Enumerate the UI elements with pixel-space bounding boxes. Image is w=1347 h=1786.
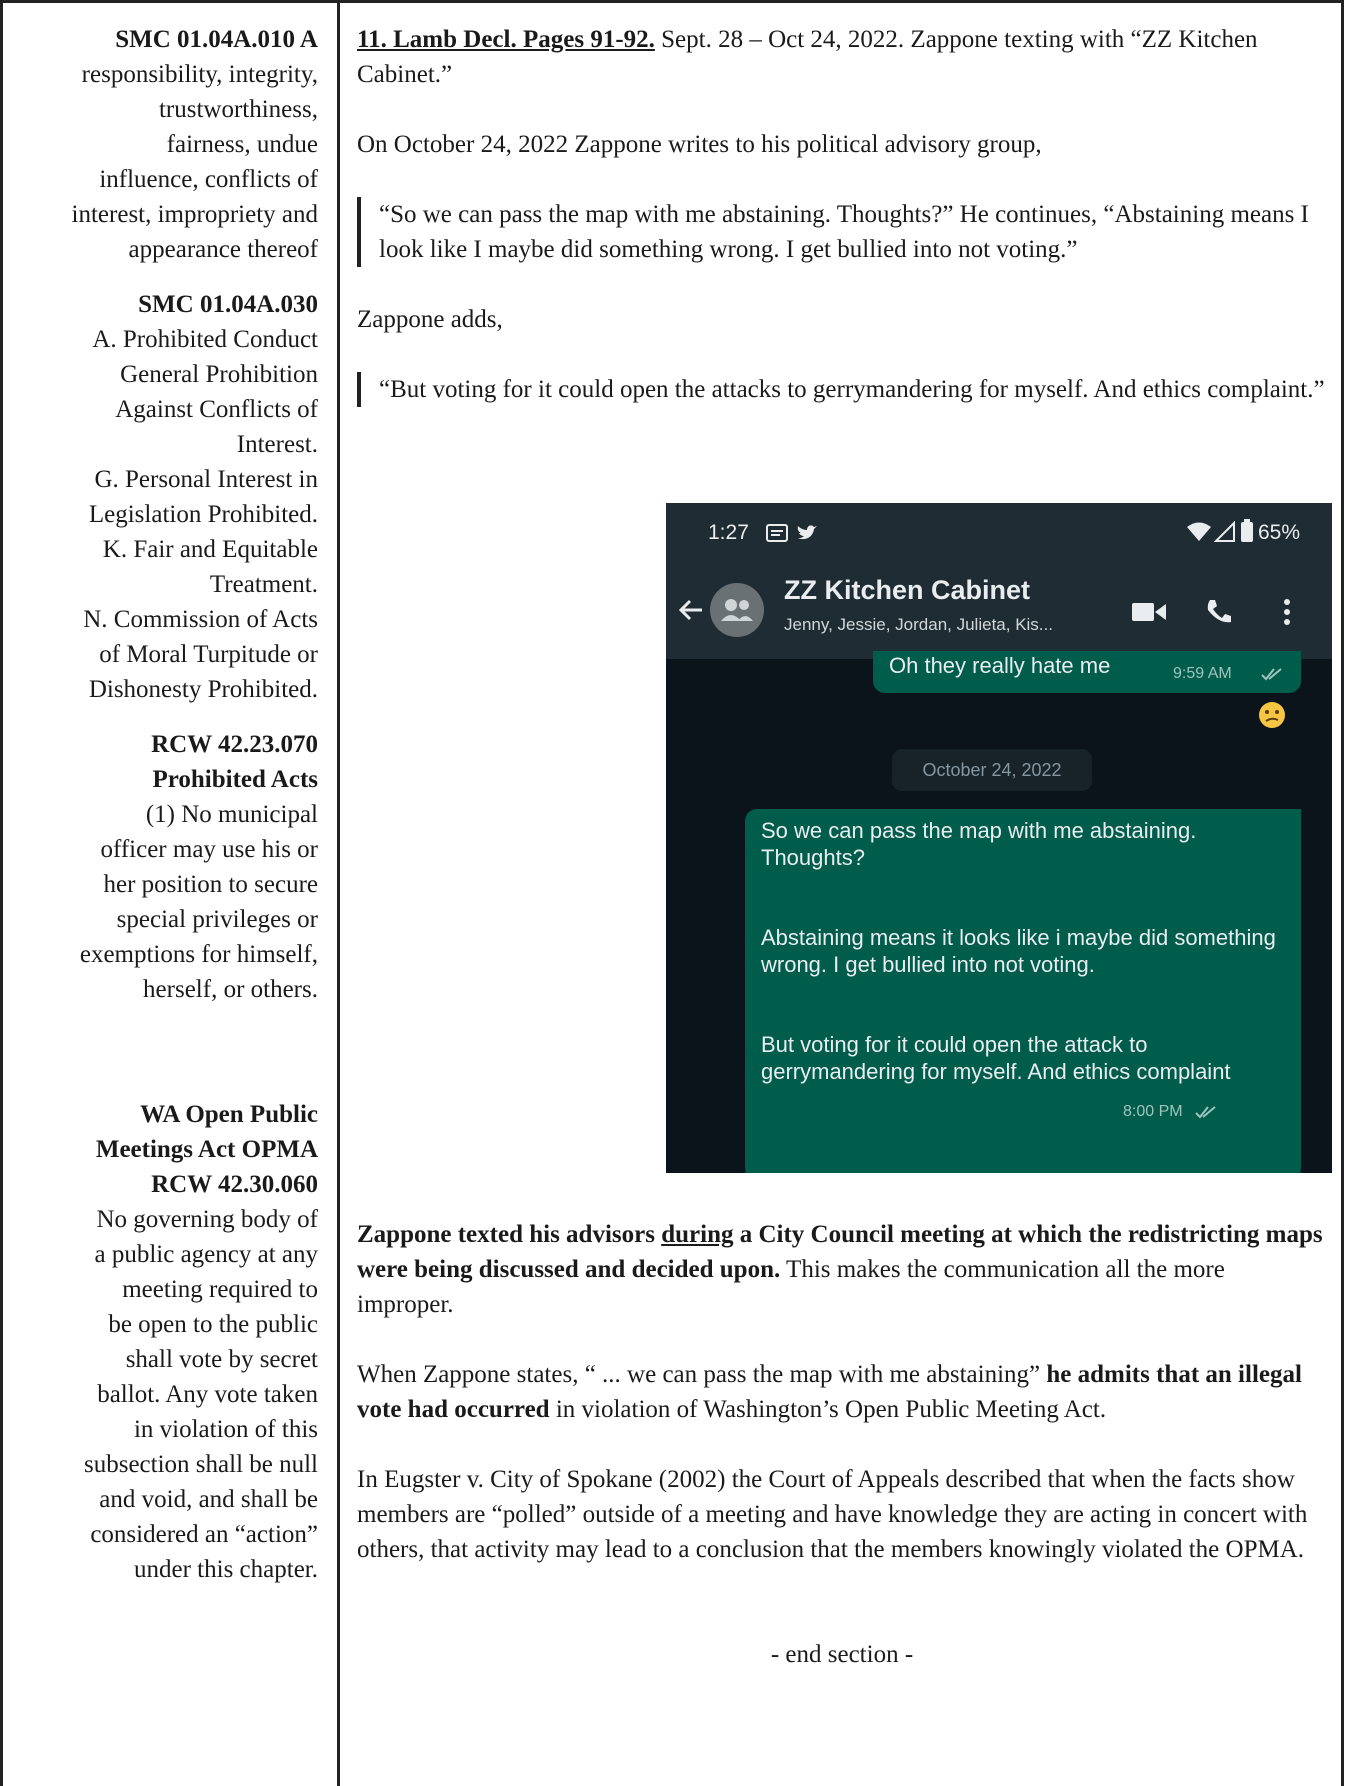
- opma-heading: Meetings Act OPMA: [95, 1136, 318, 1163]
- analysis-text-2a: When Zappone states, “ ... we can pass t…: [357, 1361, 1047, 1388]
- section-reference: 11. Lamb Decl. Pages 91-92. Sept. 28 – O…: [357, 22, 1327, 92]
- opma-line: under this chapter.: [134, 1556, 318, 1583]
- chat-screenshot: 1:27 65% ZZ Kitchen Cabinet Jenny, Jessi…: [666, 503, 1332, 1173]
- rcw-070-line: exemptions for himself,: [79, 941, 318, 968]
- analysis-paragraph-2: When Zappone states, “ ... we can pass t…: [357, 1357, 1327, 1427]
- quote-block-2: “But voting for it could open the attack…: [357, 372, 1327, 407]
- opma-line: No governing body of: [96, 1206, 319, 1233]
- citation-sidebar: SMC 01.04A.010 A responsibility, integri…: [16, 22, 318, 1587]
- message-paragraph-2: Abstaining means it looks like i maybe d…: [761, 925, 1276, 977]
- status-time: 1:27: [708, 521, 749, 544]
- rcw-070-line: officer may use his or: [100, 836, 318, 863]
- smc-030-line: General Prohibition: [120, 361, 318, 388]
- previous-message-bubble[interactable]: Oh they really hate me 9:59 AM: [873, 651, 1301, 693]
- chat-members[interactable]: Jenny, Jessie, Jordan, Julieta, Kis...: [784, 615, 1053, 635]
- video-call-icon[interactable]: [1131, 601, 1167, 623]
- intro-paragraph: On October 24, 2022 Zappone writes to hi…: [357, 131, 1042, 158]
- smc-010-line: trustworthiness,: [158, 96, 318, 123]
- main-column: 11. Lamb Decl. Pages 91-92. Sept. 28 – O…: [357, 22, 1327, 407]
- analysis-underline-during: during: [661, 1221, 734, 1248]
- smc-030-line: Against Conflicts of: [115, 396, 318, 423]
- wifi-icon: [1187, 522, 1211, 541]
- opma-line: be open to the public: [108, 1311, 318, 1338]
- analysis-paragraph-3: In Eugster v. City of Spokane (2002) the…: [357, 1466, 1308, 1563]
- quote-block-1: “So we can pass the map with me abstaini…: [357, 197, 1327, 267]
- double-check-icon: [1261, 668, 1282, 681]
- rcw-070-block: RCW 42.23.070 Prohibited Acts (1) No mun…: [16, 727, 318, 1007]
- opma-line: considered an “action”: [90, 1521, 318, 1548]
- battery-icon: [1241, 519, 1253, 542]
- twitter-icon: [797, 525, 817, 540]
- smc-030-heading: SMC 01.04A.030: [138, 291, 318, 318]
- smc-010-block: SMC 01.04A.010 A responsibility, integri…: [16, 22, 318, 267]
- opma-line: ballot. Any vote taken: [97, 1381, 318, 1408]
- analysis-text-2b: in violation of Washington’s Open Public…: [549, 1396, 1107, 1423]
- column-divider: [337, 0, 340, 1786]
- smc-030-line: A. Prohibited Conduct: [92, 326, 318, 353]
- analysis-bold-1: Zappone texted his advisors: [357, 1221, 662, 1248]
- opma-line: subsection shall be null: [84, 1451, 318, 1478]
- opma-heading: WA Open Public: [140, 1101, 318, 1128]
- reference-label: 11. Lamb Decl. Pages 91-92.: [357, 26, 655, 53]
- smc-010-line: appearance thereof: [128, 236, 318, 263]
- rcw-070-line: her position to secure: [103, 871, 318, 898]
- confused-emoji-icon: [1259, 702, 1285, 728]
- previous-message-text: Oh they really hate me: [889, 653, 1111, 678]
- smc-030-line: Interest.: [236, 431, 318, 458]
- message-paragraph-3: But voting for it could open the attack …: [761, 1032, 1231, 1084]
- smc-030-block: SMC 01.04A.030 A. Prohibited Conduct Gen…: [16, 287, 318, 707]
- message-icon: [766, 524, 788, 542]
- smc-030-line: K. Fair and Equitable: [102, 536, 318, 563]
- smc-010-line: fairness, undue: [166, 131, 318, 158]
- opma-block: WA Open Public Meetings Act OPMA RCW 42.…: [16, 1097, 318, 1587]
- next-message-bubble[interactable]: [745, 1163, 1301, 1173]
- signal-icon: [1214, 521, 1235, 542]
- smc-030-line: Treatment.: [209, 571, 318, 598]
- more-options-icon[interactable]: [1282, 597, 1292, 627]
- back-arrow-icon[interactable]: [676, 595, 706, 625]
- smc-010-line: influence, conflicts of: [99, 166, 318, 193]
- phone-call-icon[interactable]: [1204, 597, 1234, 627]
- chat-header: ZZ Kitchen Cabinet Jenny, Jessie, Jordan…: [666, 563, 1332, 659]
- date-chip: October 24, 2022: [892, 749, 1092, 791]
- message-time: 8:00 PM: [1123, 1103, 1183, 1120]
- previous-message-time: 9:59 AM: [1173, 665, 1232, 682]
- end-section-marker: - end section -: [770, 1641, 914, 1668]
- smc-030-line: N. Commission of Acts: [83, 606, 318, 633]
- smc-010-line: interest, impropriety and: [71, 201, 318, 228]
- rcw-070-line: (1) No municipal: [145, 801, 318, 828]
- rcw-070-subheading: Prohibited Acts: [152, 766, 318, 793]
- opma-line: meeting required to: [122, 1276, 318, 1303]
- opma-line: and void, and shall be: [99, 1486, 318, 1513]
- opma-line: shall vote by secret: [125, 1346, 318, 1373]
- opma-line: a public agency at any: [94, 1241, 318, 1268]
- sent-message-bubble[interactable]: So we can pass the map with me abstainin…: [745, 809, 1301, 1173]
- message-paragraph-1: So we can pass the map with me abstainin…: [761, 818, 1197, 870]
- date-chip-label: October 24, 2022: [922, 760, 1062, 780]
- chat-body: Oh they really hate me 9:59 AM October 2…: [666, 651, 1332, 1173]
- analysis-section: Zappone texted his advisors during a Cit…: [357, 1217, 1327, 1672]
- adds-paragraph: Zappone adds,: [357, 306, 503, 333]
- smc-010-heading: SMC 01.04A.010 A: [115, 26, 318, 53]
- smc-030-line: Legislation Prohibited.: [88, 501, 318, 528]
- rcw-070-heading: RCW 42.23.070: [151, 731, 318, 758]
- double-check-icon: [1195, 1106, 1216, 1119]
- smc-030-line: of Moral Turpitude or: [99, 641, 318, 668]
- smc-010-line: responsibility, integrity,: [81, 61, 318, 88]
- status-bar: 1:27 65%: [666, 503, 1332, 563]
- analysis-paragraph-1: Zappone texted his advisors during a Cit…: [357, 1217, 1327, 1322]
- opma-line: in violation of this: [133, 1416, 318, 1443]
- chat-title[interactable]: ZZ Kitchen Cabinet: [784, 575, 1030, 606]
- smc-030-line: Dishonesty Prohibited.: [88, 676, 318, 703]
- group-avatar-icon[interactable]: [710, 583, 764, 637]
- battery-percent: 65%: [1258, 521, 1301, 544]
- rcw-070-line: special privileges or: [116, 906, 318, 933]
- opma-heading: RCW 42.30.060: [151, 1171, 318, 1198]
- rcw-070-line: herself, or others.: [143, 976, 318, 1003]
- smc-030-line: G. Personal Interest in: [94, 466, 318, 493]
